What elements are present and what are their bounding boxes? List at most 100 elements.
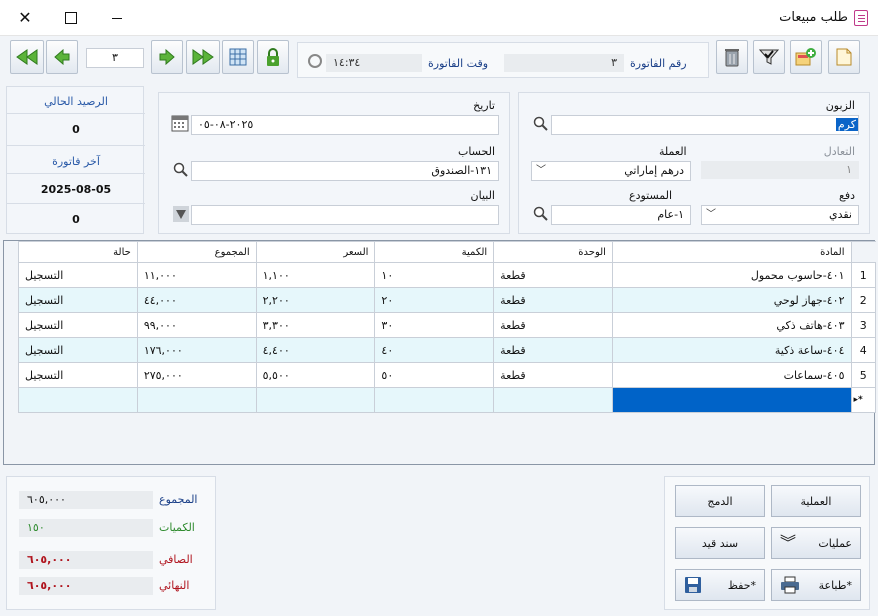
statement-field[interactable] (191, 205, 499, 225)
warehouse-label: المستودع (629, 189, 673, 202)
cell-total[interactable]: ٢٧٥,٠٠٠ (136, 362, 257, 388)
lock-button[interactable] (257, 40, 289, 74)
cell-price[interactable]: ٥,٥٠٠ (255, 362, 376, 388)
cell-n[interactable]: 1 (850, 262, 876, 288)
cell-total[interactable]: ١١,٠٠٠ (136, 262, 257, 288)
new-row-cell[interactable] (493, 387, 613, 413)
cell-price[interactable]: ٤,٤٠٠ (255, 337, 376, 363)
cell-unit[interactable]: قطعة (493, 262, 613, 288)
cell-qty[interactable]: ٢٠ (374, 287, 495, 313)
date-field[interactable]: ٢٠٢٥-٠٨-٠٥ (191, 115, 499, 135)
cell-n[interactable]: 3 (850, 312, 876, 338)
cell-item[interactable]: ٤٠٤-ساعة ذكية (611, 337, 852, 363)
current-balance-value: 0 (72, 123, 80, 136)
trash-icon (725, 49, 739, 67)
cell-item[interactable]: ٤٠٣-هاتف ذكي (611, 312, 852, 338)
table-row[interactable]: التسجيل ٩٩,٠٠٠ ٣,٣٠٠ ٣٠ قطعة ٤٠٣-هاتف ذكي 3 (18, 312, 876, 338)
table-row[interactable]: التسجيل ٤٤,٠٠٠ ٢,٢٠٠ ٢٠ قطعة ٤٠٢-جهاز لوحي 2 (18, 287, 876, 313)
table-row[interactable]: التسجيل ١١,٠٠٠ ١,١٠٠ ١٠ قطعة ٤٠١-حاسوب محمول 1 (18, 262, 876, 288)
new-row-cell[interactable] (255, 387, 376, 413)
customer-field[interactable]: كرم (551, 115, 859, 135)
cell-qty[interactable]: ٣٠ (374, 312, 495, 338)
cell-item[interactable]: ٤٠١-حاسوب محمول (611, 262, 852, 288)
new-row-cell[interactable] (374, 387, 495, 413)
selected-cell[interactable] (611, 387, 852, 413)
currency-value: درهم إماراتي (624, 164, 684, 177)
cell-unit[interactable]: قطعة (493, 362, 613, 388)
journal-entry-button[interactable]: سند قيد (675, 527, 765, 559)
cell-unit[interactable]: قطعة (493, 287, 613, 313)
operations-button[interactable]: ︾ عمليات (771, 527, 861, 559)
new-row[interactable]: ▸* (18, 387, 876, 413)
minimize-button[interactable] (102, 3, 132, 33)
filter-check-icon (759, 49, 779, 65)
payment-select[interactable]: ﹀ نقدي (701, 205, 859, 225)
triangle-down-icon (173, 206, 189, 222)
cell-qty[interactable]: ٥٠ (374, 362, 495, 388)
calendar-button[interactable] (171, 114, 191, 134)
cell-total[interactable]: ١٧٦,٠٠٠ (136, 337, 257, 363)
new-row-marker[interactable]: ▸* (850, 387, 876, 413)
currency-select[interactable]: ﹀ درهم إماراتي (531, 161, 691, 181)
cell-unit[interactable]: قطعة (493, 312, 613, 338)
chevron-down-icon: ﹀ (536, 165, 546, 176)
cell-price[interactable]: ٣,٣٠٠ (255, 312, 376, 338)
cell-status[interactable]: التسجيل (18, 262, 138, 288)
cell-n[interactable]: 2 (850, 287, 876, 313)
cell-qty[interactable]: ١٠ (374, 262, 495, 288)
delete-button[interactable] (716, 40, 748, 74)
cell-qty[interactable]: ٤٠ (374, 337, 495, 363)
grid-view-button[interactable] (222, 40, 254, 74)
cell-status[interactable]: التسجيل (18, 362, 138, 388)
cell-price[interactable]: ٢,٢٠٠ (255, 287, 376, 313)
search-icon (533, 116, 548, 131)
calendar-icon (171, 115, 189, 132)
double-arrow-right-icon (192, 49, 214, 65)
table-row[interactable]: التسجيل ٢٧٥,٠٠٠ ٥,٥٠٠ ٥٠ قطعة ٤٠٥-سماعات 5 (18, 362, 876, 388)
add-button[interactable] (790, 40, 822, 74)
total-value: ٦٠٥,٠٠٠ (19, 491, 153, 509)
account-field[interactable]: ١٣١-الصندوق (191, 161, 499, 181)
cell-total[interactable]: ٩٩,٠٠٠ (136, 312, 257, 338)
cell-status[interactable]: التسجيل (18, 312, 138, 338)
record-number-input[interactable]: ٣ (86, 48, 144, 68)
account-search-button[interactable] (171, 160, 191, 180)
first-record-button[interactable] (10, 40, 44, 74)
clock-icon (308, 54, 322, 68)
last-invoice-date: 2025-08-05 (40, 183, 112, 196)
new-row-cell[interactable] (18, 387, 138, 413)
close-button[interactable]: ✕ (10, 3, 40, 33)
warehouse-field[interactable]: ١-عام (551, 205, 691, 225)
cell-status[interactable]: التسجيل (18, 287, 138, 313)
invoice-time-field: ١٤:٣٤ (326, 54, 422, 72)
last-record-button[interactable] (186, 40, 220, 74)
cell-item[interactable]: ٤٠٢-جهاز لوحي (611, 287, 852, 313)
statement-dropdown-button[interactable] (171, 204, 191, 224)
cell-unit[interactable]: قطعة (493, 337, 613, 363)
save-button[interactable]: حفظ* (675, 569, 765, 601)
final-label: النهائي (159, 579, 190, 592)
warehouse-search-button[interactable] (531, 204, 551, 224)
cell-n[interactable]: 4 (850, 337, 876, 363)
arrow-right-icon (159, 49, 175, 65)
window-title: طلب مبيعات (779, 10, 848, 25)
last-invoice-label: آخر فاتورة (52, 155, 100, 168)
cell-n[interactable]: 5 (850, 362, 876, 388)
currency-label: العملة (659, 145, 687, 158)
cell-total[interactable]: ٤٤,٠٠٠ (136, 287, 257, 313)
new-row-cell[interactable] (136, 387, 257, 413)
operation-button[interactable]: العملية (771, 485, 861, 517)
maximize-button[interactable] (56, 2, 86, 32)
merge-button[interactable]: الدمج (675, 485, 765, 517)
cell-status[interactable]: التسجيل (18, 337, 138, 363)
customer-search-button[interactable] (531, 114, 551, 134)
rate-label: التعادل (823, 145, 855, 158)
cell-item[interactable]: ٤٠٥-سماعات (611, 362, 852, 388)
next-record-button[interactable] (151, 40, 183, 74)
previous-record-button[interactable] (46, 40, 78, 74)
table-row[interactable]: التسجيل ١٧٦,٠٠٠ ٤,٤٠٠ ٤٠ قطعة ٤٠٤-ساعة ذكية 4 (18, 337, 876, 363)
print-button[interactable]: طباعة* (771, 569, 861, 601)
cell-price[interactable]: ١,١٠٠ (255, 262, 376, 288)
filter-button[interactable] (753, 40, 785, 74)
new-document-button[interactable] (828, 40, 860, 74)
